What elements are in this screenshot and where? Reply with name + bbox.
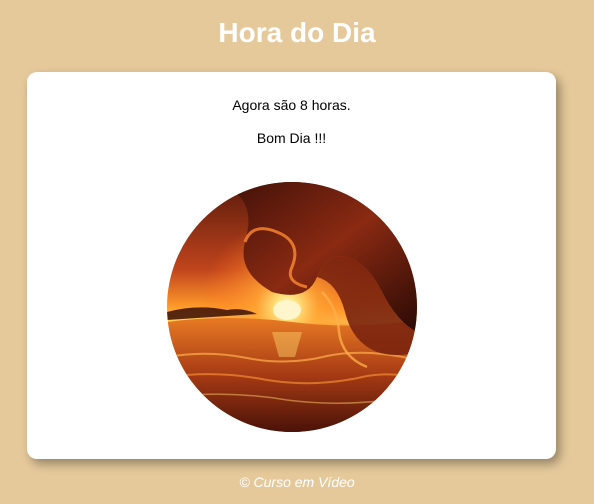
content-card: Agora são 8 horas. Bom Dia !!! [27, 72, 556, 459]
page-title: Hora do Dia [218, 17, 376, 48]
footer-credit: © Curso em Vídeo [239, 474, 355, 490]
greeting-message: Bom Dia !!! [256, 130, 327, 146]
sunset-wave-illustration [167, 182, 417, 432]
time-of-day-image [167, 182, 417, 432]
time-message: Agora são 8 horas. [232, 97, 351, 113]
page-header: Hora do Dia [0, 0, 594, 66]
